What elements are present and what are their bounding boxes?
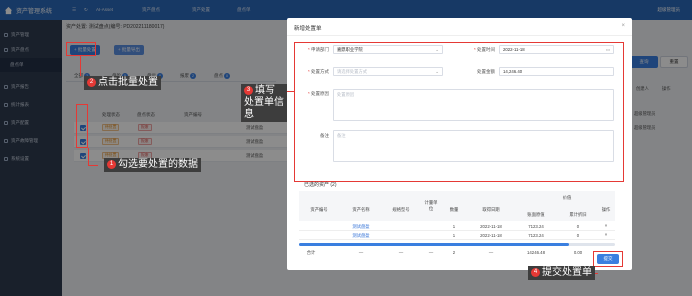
column-header: 账面原值 [527,212,545,217]
total-orig: 14246.48 [527,250,545,255]
batch-highlight-box [66,42,96,56]
remove-icon[interactable]: × [599,223,613,228]
annotation-step-4: 4 提交处置单 [528,266,595,280]
column-header: 规格型号 [392,207,410,212]
modal-title: 新增处置单 [294,26,322,32]
checkbox-highlight-box [76,104,88,148]
reason-label: * 处置原因 [307,91,329,96]
total-dash: — [428,250,434,255]
column-header: 资产名称 [352,207,370,212]
column-header: 操作 [601,207,611,212]
reason-textarea[interactable]: 处置原因 [333,89,614,121]
date-cell: 2022-11-18 [480,224,502,229]
qty-cell: 1 [452,224,456,229]
total-label: 合计 [306,250,316,255]
annotation-step-3: 3 填写处置单信息 [241,84,287,122]
annotation-step-1: 1 勾选要处置的数据 [104,158,201,172]
divider [287,35,632,36]
total-qty: 2 [452,250,456,255]
date-cell: 2022-11-18 [480,233,502,238]
qty-cell: 1 [452,233,456,238]
chevron-down-icon: ⌄ [435,47,439,52]
horizontal-scrollbar[interactable] [299,243,569,246]
connector-line [88,165,98,167]
submit-button[interactable]: 提交 [597,254,619,264]
remove-icon[interactable]: × [599,232,613,237]
dept-select[interactable]: 嘉鼎职业学院 ⌄ [333,45,443,54]
method-select[interactable]: 请选择处置方式 ⌄ [333,67,443,76]
orig-value-cell: 7123.24 [528,233,544,238]
total-depreciation: 0.00 [573,250,583,255]
asset-name-link[interactable]: 测试盘盈 [345,233,377,239]
depreciation-cell: 0 [576,224,580,229]
amount-field[interactable]: 14,246.40 [499,67,614,76]
date-label: * 处置时间 [473,47,495,52]
total-dash: — [398,250,404,255]
column-header: 累计折旧 [569,212,587,217]
chevron-down-icon: ⌄ [435,69,439,74]
orig-value-cell: 7123.24 [528,224,544,229]
asset-name-link[interactable]: 测试盘盈 [345,224,377,230]
total-dash: — [488,250,494,255]
column-header: 价值 [562,195,572,200]
calendar-icon: ▭ [605,47,610,52]
connector-line [80,56,82,76]
remark-textarea[interactable]: 备注 [333,130,614,162]
selected-assets-title: 已选的资产 (2) [304,182,337,188]
connector-line [88,148,90,166]
total-dash: — [358,250,364,255]
annotation-step-2: 2 点击批量处置 [84,76,161,90]
column-header: 资产编号 [310,207,328,212]
column-header: 取得日期 [482,207,500,212]
method-label: * 处置方式 [307,69,329,74]
column-header: 数量 [449,207,459,212]
date-picker[interactable]: 2022-11-18 ▭ [499,45,614,54]
column-header: 计量单位 [424,200,438,211]
amount-label: 处置金额 [477,69,495,74]
close-icon[interactable]: × [621,23,625,29]
dept-label: * 申请部门 [307,47,329,52]
depreciation-cell: 0 [576,233,580,238]
remark-label: 备注 [320,133,329,138]
dispose-modal: 新增处置单 × * 申请部门 嘉鼎职业学院 ⌄ * 处置时间 2022-11-18… [287,18,632,270]
